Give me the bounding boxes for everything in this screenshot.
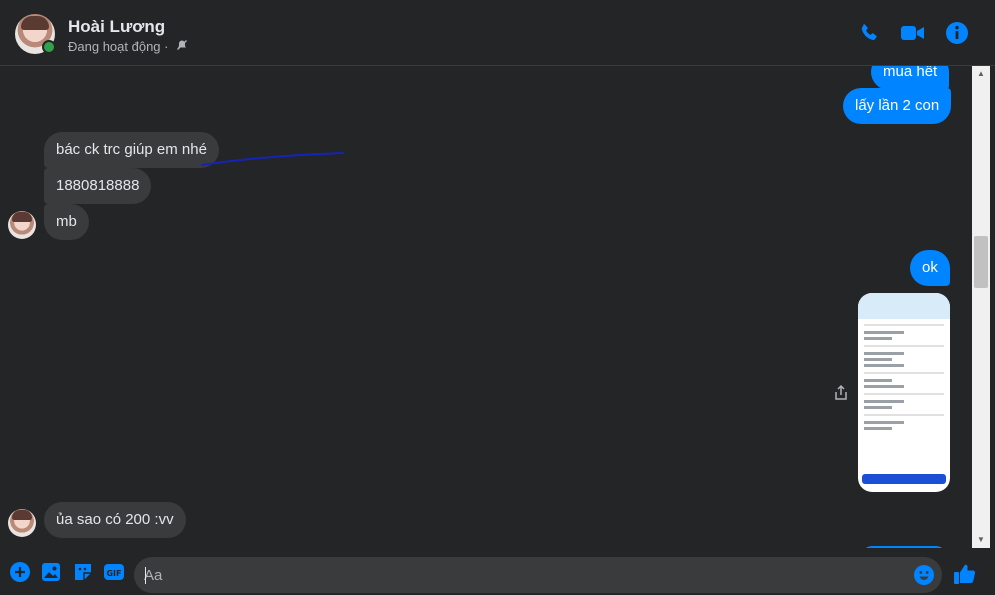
avatar[interactable]: [8, 509, 36, 537]
pen-stroke-annotation: [201, 152, 344, 166]
video-camera-icon[interactable]: [900, 21, 924, 45]
message-bubble-incoming[interactable]: ủa sao có 200 :vv: [44, 502, 186, 538]
gif-icon[interactable]: GIF: [103, 561, 125, 583]
scroll-down-arrow[interactable]: ▼: [972, 532, 990, 548]
sticker-icon[interactable]: [72, 561, 94, 583]
message-bubble-outgoing[interactable]: [862, 546, 946, 548]
message-list[interactable]: mua hết lấy lần 2 con bác ck trc giúp em…: [0, 66, 972, 548]
photo-icon[interactable]: [40, 561, 62, 583]
message-bubble-outgoing[interactable]: ok: [910, 250, 950, 286]
message-input-container: [134, 557, 942, 593]
message-bubble-incoming[interactable]: mb: [44, 204, 89, 240]
scrollbar[interactable]: ▲ ▼: [972, 66, 990, 548]
contact-name[interactable]: Hoài Lương: [68, 17, 165, 37]
conversation-header: Hoài Lương Đang hoạt động ·: [0, 0, 995, 66]
info-icon[interactable]: [945, 21, 969, 45]
message-bubble-incoming[interactable]: bác ck trc giúp em nhé: [44, 132, 219, 168]
emoji-icon[interactable]: [913, 564, 935, 586]
message-input[interactable]: [144, 561, 904, 589]
phone-icon[interactable]: [857, 21, 881, 45]
message-bubble-incoming[interactable]: 1880818888: [44, 168, 152, 204]
scroll-thumb[interactable]: [974, 236, 988, 288]
active-status-text: Đang hoạt động ·: [68, 39, 169, 54]
like-icon[interactable]: [953, 562, 976, 584]
scroll-up-arrow[interactable]: ▲: [972, 66, 990, 82]
message-bubble-outgoing[interactable]: mua hết: [871, 66, 950, 90]
muted-bell-icon: [176, 39, 188, 54]
message-composer: GIF: [0, 553, 995, 595]
avatar[interactable]: [8, 211, 36, 239]
plus-icon[interactable]: [9, 561, 31, 583]
online-status-dot: [42, 40, 56, 54]
message-bubble-outgoing[interactable]: lấy lần 2 con: [843, 88, 952, 124]
transfer-receipt-image[interactable]: [858, 293, 950, 492]
share-icon[interactable]: [832, 384, 850, 402]
svg-text:GIF: GIF: [106, 569, 121, 578]
active-status: Đang hoạt động ·: [68, 39, 188, 54]
text-cursor: [145, 567, 146, 584]
